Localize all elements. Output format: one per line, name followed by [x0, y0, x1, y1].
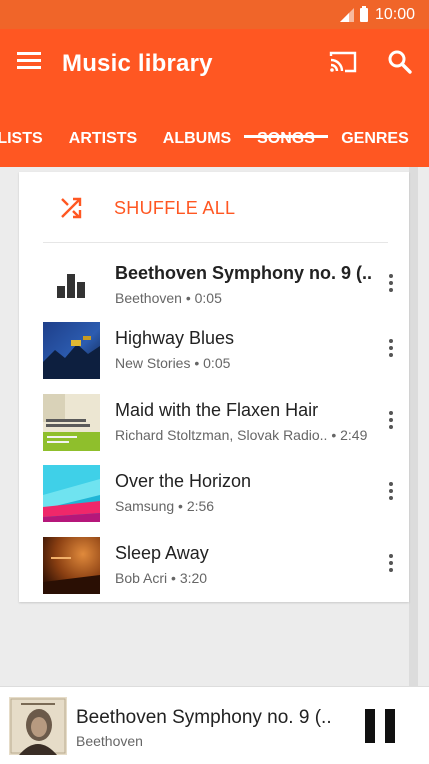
song-row[interactable]: Over the Horizon Samsung • 2:56	[19, 458, 409, 522]
more-options-icon[interactable]	[379, 336, 403, 360]
song-subtitle: Richard Stoltzman, Slovak Radio.. • 2:49	[115, 427, 368, 443]
album-art-sleep-away	[43, 537, 100, 594]
now-playing-bar[interactable]: Beethoven Symphony no. 9 (.. Beethoven	[0, 686, 429, 764]
album-art-maid-flaxen-hair	[43, 394, 100, 451]
now-playing-album-art	[9, 697, 67, 755]
status-time: 10:00	[374, 5, 415, 23]
status-bar: 10:00	[0, 0, 429, 29]
song-title: Highway Blues	[115, 328, 235, 348]
song-title: Beethoven Symphony no. 9 (..	[115, 263, 373, 283]
shuffle-icon	[61, 197, 82, 219]
more-options-icon[interactable]	[379, 551, 403, 575]
tab-songs[interactable]: SONGS	[244, 124, 328, 167]
tab-artists[interactable]: ARTISTS	[62, 124, 144, 167]
song-subtitle: Beethoven • 0:05	[115, 290, 222, 306]
tab-albums[interactable]: ALBUMS	[156, 124, 238, 167]
now-playing-title: Beethoven Symphony no. 9 (..	[76, 707, 332, 728]
album-art-highway-blues	[43, 322, 100, 379]
song-subtitle: Samsung • 2:56	[115, 498, 215, 514]
album-art-over-the-horizon	[43, 465, 100, 522]
tab-bar: LISTS ARTISTS ALBUMS SONGS GENRES	[0, 124, 429, 167]
song-list: SHUFFLE ALL Beethoven Symphony no. 9 (..…	[19, 172, 409, 602]
divider	[43, 242, 388, 243]
page-title: Music library	[62, 50, 213, 77]
battery-icon	[359, 5, 368, 22]
bars-icon	[57, 274, 85, 298]
more-options-icon[interactable]	[379, 408, 403, 432]
song-row[interactable]: Maid with the Flaxen Hair Richard Stoltz…	[19, 387, 409, 451]
song-title: Sleep Away	[115, 543, 209, 563]
scrollbar[interactable]	[409, 167, 418, 687]
menu-icon[interactable]	[17, 52, 41, 70]
song-row[interactable]: Sleep Away Bob Acri • 3:20	[19, 530, 409, 594]
more-options-icon[interactable]	[379, 271, 403, 295]
song-subtitle: New Stories • 0:05	[115, 355, 231, 371]
active-tab-indicator	[244, 135, 328, 138]
song-row[interactable]: Highway Blues New Stories • 0:05	[19, 315, 409, 379]
signal-icon	[339, 7, 354, 22]
pause-icon	[385, 709, 395, 743]
pause-button[interactable]	[365, 709, 397, 743]
app-bar: Music library LISTS ARTISTS ALBUMS SONGS…	[0, 29, 429, 167]
song-row[interactable]: Beethoven Symphony no. 9 (.. Beethoven •…	[19, 250, 409, 314]
pause-icon	[365, 709, 375, 743]
song-title: Maid with the Flaxen Hair	[115, 400, 319, 420]
more-options-icon[interactable]	[379, 479, 403, 503]
cast-icon[interactable]	[329, 50, 357, 74]
song-subtitle: Bob Acri • 3:20	[115, 570, 208, 586]
tab-lists[interactable]: LISTS	[0, 124, 46, 167]
search-icon[interactable]	[387, 49, 413, 75]
shuffle-all-label: SHUFFLE ALL	[114, 198, 236, 218]
shuffle-all-button[interactable]: SHUFFLE ALL	[19, 172, 409, 242]
song-title: Over the Horizon	[115, 471, 252, 491]
tab-genres[interactable]: GENRES	[336, 124, 414, 167]
now-playing-artist: Beethoven	[76, 733, 143, 749]
